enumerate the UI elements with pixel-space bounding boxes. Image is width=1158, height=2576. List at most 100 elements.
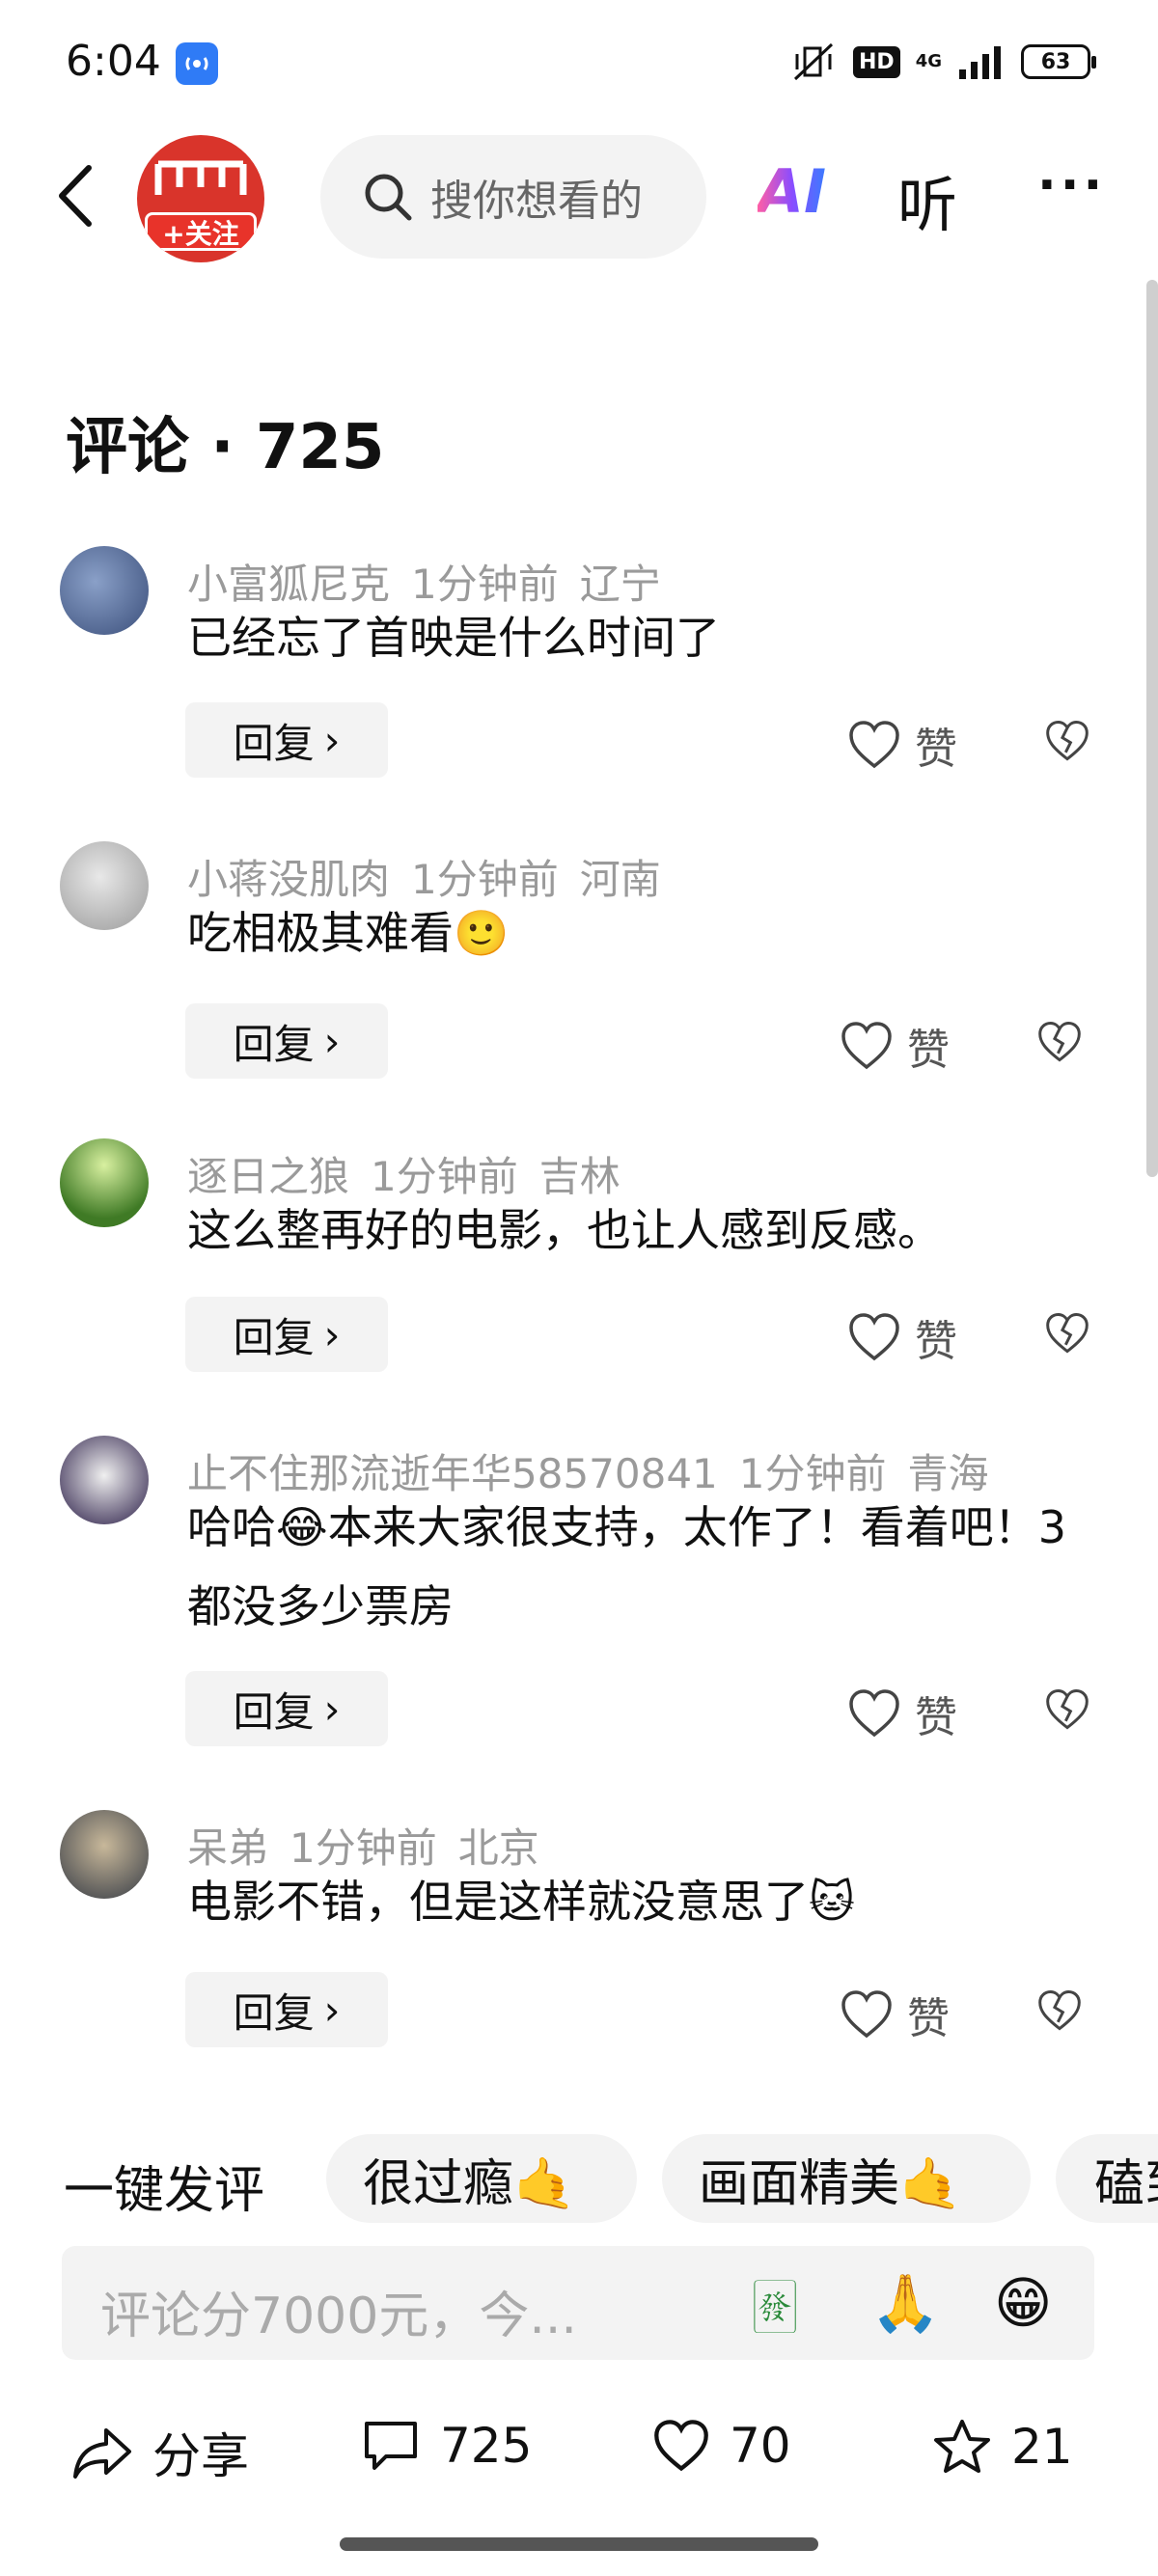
- share-label: 分享: [152, 2428, 249, 2484]
- dislike-button[interactable]: [1044, 1312, 1090, 1358]
- chevron-right-icon: ›: [323, 1685, 341, 1733]
- laughing-emoji: 😂: [276, 1501, 328, 1553]
- favorite-button[interactable]: 21: [932, 2418, 1073, 2476]
- heart-icon: [654, 2420, 708, 2472]
- listen-button[interactable]: 听: [897, 156, 957, 243]
- home-indicator[interactable]: [340, 2537, 818, 2551]
- comment-bubble-icon: [365, 2422, 417, 2470]
- broken-heart-icon: [1046, 1313, 1089, 1354]
- like-button[interactable]: 赞: [847, 714, 957, 776]
- quick-comment-bar: 一键发评 很过瘾🤙 画面精美🤙 磕到: [0, 2134, 1158, 2223]
- reply-button[interactable]: 回复 ›: [185, 1003, 388, 1079]
- dislike-button[interactable]: [1036, 1989, 1083, 2036]
- battery-indicator: 63: [1021, 44, 1096, 79]
- chevron-right-icon: ›: [323, 1986, 341, 2034]
- comment-text-body: 吃相极其难看: [187, 907, 454, 959]
- chevron-right-icon: ›: [323, 716, 341, 764]
- comment-text-a: 哈哈: [187, 1501, 276, 1553]
- reply-label: 回复: [233, 1313, 315, 1361]
- dislike-button[interactable]: [1044, 720, 1090, 766]
- avatar[interactable]: [60, 1138, 149, 1227]
- bottom-action-bar: 分享 725 70 21: [0, 2404, 1158, 2501]
- avatar[interactable]: [60, 1810, 149, 1899]
- broken-heart-icon: [1038, 1022, 1081, 1062]
- heart-icon: [849, 1313, 899, 1361]
- avatar[interactable]: [60, 841, 149, 930]
- chevron-left-icon: [59, 165, 92, 227]
- back-button[interactable]: [50, 162, 108, 230]
- reply-label: 回复: [233, 1988, 315, 2037]
- like-button[interactable]: 赞: [847, 1683, 957, 1744]
- dislike-button[interactable]: [1036, 1021, 1083, 1067]
- share-button[interactable]: 分享: [71, 2418, 249, 2487]
- quick-comment-chip[interactable]: 很过瘾🤙: [326, 2134, 637, 2223]
- reply-label: 回复: [233, 719, 315, 767]
- broadcast-icon: [176, 42, 218, 85]
- heart-icon: [849, 721, 899, 769]
- reply-button[interactable]: 回复 ›: [185, 1972, 388, 2047]
- comment-text: 这么整再好的电影，也让人感到反感。: [187, 1204, 942, 1256]
- likes-count: 70: [730, 2418, 791, 2474]
- comments-count-button[interactable]: 725: [361, 2418, 532, 2474]
- reply-label: 回复: [233, 1687, 315, 1736]
- like-label: 赞: [915, 1693, 957, 1742]
- reply-button[interactable]: 回复 ›: [185, 702, 388, 778]
- heart-icon: [849, 1689, 899, 1738]
- search-icon: [365, 174, 412, 221]
- quick-comment-chip[interactable]: 画面精美🤙: [662, 2134, 1031, 2223]
- status-bar: 6:04 HD 4G 63: [0, 0, 1158, 135]
- comment-text: 哈哈😂本来大家很支持，太作了！看着吧！3都没多少票房: [187, 1488, 1085, 1646]
- reply-label: 回复: [233, 1020, 315, 1068]
- avatar[interactable]: [60, 1436, 149, 1524]
- search-placeholder: 搜你想看的: [430, 177, 643, 226]
- smile-emoji: 🙂: [454, 907, 510, 959]
- ai-button[interactable]: AI: [758, 156, 826, 227]
- author-avatar[interactable]: +关注: [137, 135, 264, 262]
- status-icons: HD 4G 63: [789, 41, 1096, 83]
- network-type: 4G: [915, 51, 942, 71]
- grin-emoji-button[interactable]: 😁: [994, 2269, 1052, 2337]
- comment-text: 电影不错，但是这样就没意思了🐱: [187, 1862, 1085, 1941]
- like-label: 赞: [907, 1026, 950, 1075]
- comment-text: 已经忘了首映是什么时间了: [187, 612, 720, 664]
- quick-comment-label: 一键发评: [64, 2162, 265, 2220]
- comment-input[interactable]: 评论分7000元，今... 🀅 🙏 😁: [62, 2246, 1094, 2360]
- status-time: 6:04: [66, 37, 161, 86]
- mute-vibrate-icon: [793, 42, 834, 81]
- comment-text: 吃相极其难看🙂: [187, 893, 1085, 973]
- like-post-button[interactable]: 70: [652, 2418, 791, 2474]
- reply-button[interactable]: 回复 ›: [185, 1297, 388, 1372]
- cat-emoji: 🐱: [809, 1876, 855, 1928]
- hd-badge: HD: [853, 45, 900, 78]
- scrollbar[interactable]: [1146, 280, 1158, 1177]
- heart-icon: [841, 1022, 892, 1070]
- favorites-count: 21: [1011, 2419, 1073, 2475]
- chevron-right-icon: ›: [323, 1017, 341, 1065]
- like-button[interactable]: 赞: [847, 1306, 957, 1368]
- reply-button[interactable]: 回复 ›: [185, 1671, 388, 1746]
- avatar[interactable]: [60, 546, 149, 635]
- comments-count: 725: [440, 2418, 533, 2474]
- top-nav: +关注 搜你想看的 AI 听 ···: [0, 135, 1158, 262]
- comment-text-body: 电影不错，但是这样就没意思了: [187, 1876, 809, 1928]
- more-button[interactable]: ···: [1037, 156, 1106, 214]
- like-label: 赞: [907, 1994, 950, 2043]
- follow-button[interactable]: +关注: [145, 212, 257, 251]
- like-button[interactable]: 赞: [840, 1984, 950, 2045]
- search-input[interactable]: 搜你想看的: [320, 135, 706, 259]
- broken-heart-icon: [1038, 1990, 1081, 2031]
- signal-icon: [959, 46, 1001, 79]
- dislike-button[interactable]: [1044, 1688, 1090, 1735]
- heart-icon: [841, 1990, 892, 2039]
- share-icon: [73, 2428, 131, 2479]
- star-icon: [934, 2420, 990, 2473]
- pray-emoji-button[interactable]: 🙏: [870, 2269, 940, 2337]
- comment-input-placeholder: 评论分7000元，今...: [100, 2288, 577, 2345]
- like-button[interactable]: 赞: [840, 1015, 950, 1077]
- quick-comment-chip[interactable]: 磕到: [1056, 2134, 1158, 2223]
- broken-heart-icon: [1046, 1689, 1089, 1730]
- chevron-right-icon: ›: [323, 1310, 341, 1358]
- like-label: 赞: [915, 1317, 957, 1366]
- broken-heart-icon: [1046, 721, 1089, 761]
- mahjong-emoji-button[interactable]: 🀅: [753, 2269, 797, 2337]
